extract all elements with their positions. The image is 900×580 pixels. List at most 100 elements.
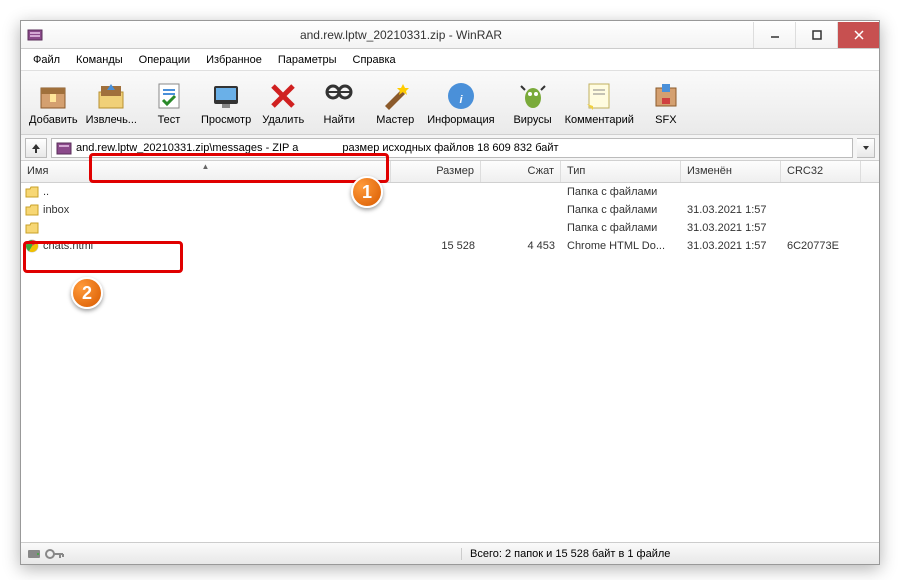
address-field[interactable]: and.rew.lptw_20210331.zip\messages - ZIP…: [51, 138, 853, 158]
row-crc: [781, 188, 861, 196]
menu-operations[interactable]: Операции: [131, 51, 198, 69]
test-icon: [153, 80, 185, 112]
up-button[interactable]: [25, 138, 47, 158]
maximize-icon: [812, 30, 822, 40]
sort-asc-icon: ▲: [202, 162, 210, 171]
delete-button[interactable]: Удалить: [255, 78, 311, 128]
comment-button[interactable]: Комментарий: [561, 78, 638, 128]
status-summary: Всего: 2 папок и 15 528 байт в 1 файле: [461, 548, 879, 560]
chevron-down-icon: [862, 144, 870, 152]
row-size: [391, 188, 481, 196]
info-icon: i: [445, 80, 477, 112]
col-size[interactable]: Размер: [391, 161, 481, 182]
menubar: Файл Команды Операции Избранное Параметр…: [21, 49, 879, 71]
col-modified[interactable]: Изменён: [681, 161, 781, 182]
view-label: Просмотр: [201, 114, 251, 126]
info-label: Информация: [427, 114, 494, 126]
info-button[interactable]: i Информация: [423, 78, 498, 128]
row-type: Chrome HTML Do...: [561, 236, 681, 256]
menu-commands[interactable]: Команды: [68, 51, 131, 69]
menu-options[interactable]: Параметры: [270, 51, 345, 69]
row-name: inbox: [43, 204, 69, 216]
col-crc[interactable]: CRC32: [781, 161, 861, 182]
row-packed: 4 453: [481, 236, 561, 256]
menu-file[interactable]: Файл: [25, 51, 68, 69]
sfx-button[interactable]: SFX: [638, 78, 694, 128]
col-type[interactable]: Тип: [561, 161, 681, 182]
address-bar: and.rew.lptw_20210331.zip\messages - ZIP…: [21, 135, 879, 161]
delete-icon: [267, 80, 299, 112]
chrome-icon: [25, 239, 39, 253]
row-crc: [781, 206, 861, 214]
annotation-badge-1: 1: [351, 176, 383, 208]
virus-label: Вирусы: [513, 114, 551, 126]
minimize-button[interactable]: [753, 22, 795, 48]
row-size: [391, 224, 481, 232]
row-type: Папка с файлами: [561, 218, 681, 238]
key-icon: [45, 547, 65, 561]
up-arrow-icon: [30, 142, 42, 154]
wizard-icon: [379, 80, 411, 112]
row-type: Папка с файлами: [561, 200, 681, 220]
folder-up-icon: [25, 185, 39, 199]
minimize-icon: [770, 30, 780, 40]
view-button[interactable]: Просмотр: [197, 78, 255, 128]
find-button[interactable]: Найти: [311, 78, 367, 128]
archive-small-icon: [56, 140, 72, 156]
menu-help[interactable]: Справка: [345, 51, 404, 69]
row-name: chats.html: [43, 240, 93, 252]
column-headers: ▲ Имя Размер Сжат Тип Изменён CRC32: [21, 161, 879, 183]
row-packed: [481, 224, 561, 232]
extract-label: Извлечь...: [86, 114, 137, 126]
app-icon: [27, 27, 43, 43]
row-mod: 31.03.2021 1:57: [681, 218, 781, 238]
extract-icon: [95, 80, 127, 112]
window-title: and.rew.lptw_20210331.zip - WinRAR: [49, 28, 753, 42]
delete-label: Удалить: [262, 114, 304, 126]
app-window: and.rew.lptw_20210331.zip - WinRAR Файл …: [20, 20, 880, 565]
row-packed: [481, 188, 561, 196]
status-left: [21, 547, 461, 561]
row-crc: [781, 224, 861, 232]
comment-label: Комментарий: [565, 114, 634, 126]
menu-favorites[interactable]: Избранное: [198, 51, 270, 69]
row-mod: [681, 188, 781, 196]
disk-icon: [27, 547, 41, 561]
add-button[interactable]: Добавить: [25, 78, 82, 128]
virus-icon: [517, 80, 549, 112]
col-packed[interactable]: Сжат: [481, 161, 561, 182]
maximize-button[interactable]: [795, 22, 837, 48]
col-name-label: Имя: [27, 165, 48, 177]
row-mod: 31.03.2021 1:57: [681, 200, 781, 220]
file-list[interactable]: .. Папка с файлами inbox Папка с файлами…: [21, 183, 879, 523]
wizard-label: Мастер: [376, 114, 414, 126]
col-name[interactable]: ▲ Имя: [21, 161, 391, 182]
view-icon: [210, 80, 242, 112]
row-name: ..: [43, 186, 49, 198]
address-path-left: and.rew.lptw_20210331.zip\messages - ZIP…: [76, 142, 298, 154]
address-path-right: размер исходных файлов 18 609 832 байт: [342, 142, 558, 154]
wizard-button[interactable]: Мастер: [367, 78, 423, 128]
row-mod: 31.03.2021 1:57: [681, 236, 781, 256]
row-size: [391, 206, 481, 214]
status-bar: Всего: 2 папок и 15 528 байт в 1 файле: [21, 542, 879, 564]
close-icon: [854, 30, 864, 40]
toolbar: Добавить Извлечь... Тест Просмотр Удалит…: [21, 71, 879, 135]
test-label: Тест: [158, 114, 181, 126]
find-label: Найти: [324, 114, 355, 126]
archive-icon: [37, 80, 69, 112]
address-dropdown[interactable]: [857, 138, 875, 158]
extract-button[interactable]: Извлечь...: [82, 78, 141, 128]
find-icon: [323, 80, 355, 112]
window-controls: [753, 22, 879, 48]
folder-icon: [25, 221, 39, 235]
row-crc: 6C20773E: [781, 236, 861, 256]
test-button[interactable]: Тест: [141, 78, 197, 128]
add-label: Добавить: [29, 114, 78, 126]
virus-button[interactable]: Вирусы: [505, 78, 561, 128]
comment-icon: [583, 80, 615, 112]
row-chats-html[interactable]: chats.html 15 528 4 453 Chrome HTML Do..…: [21, 237, 879, 255]
row-packed: [481, 206, 561, 214]
close-button[interactable]: [837, 22, 879, 48]
folder-icon: [25, 203, 39, 217]
